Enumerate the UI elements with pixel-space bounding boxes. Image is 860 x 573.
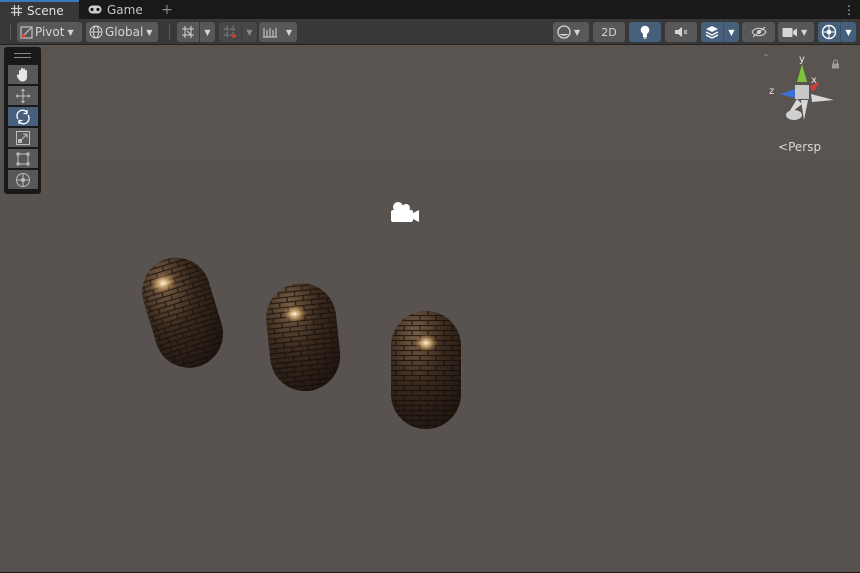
chevron-down-icon: ▼ <box>285 27 293 37</box>
scene-toolbar: Pivot ▼ Global ▼ ▼ ▼ ▼ ▼ 2D ▼ ▼ ▼ <box>0 19 860 45</box>
chevron-down-icon: ▼ <box>199 22 215 42</box>
audio-toggle[interactable] <box>665 22 697 42</box>
hand-icon <box>16 67 30 82</box>
capsule-right <box>391 311 461 429</box>
gamepad-icon <box>87 4 103 16</box>
grid-snap-icon <box>177 22 199 42</box>
more-vertical-icon: ⋮ <box>843 2 855 17</box>
chevron-down-icon: ▼ <box>146 27 153 37</box>
scale-tool-button[interactable] <box>8 128 38 147</box>
persp-label: Persp <box>788 140 822 154</box>
lightbulb-icon <box>640 25 650 39</box>
scene-canvas <box>0 45 860 572</box>
hidden-objects-toggle[interactable] <box>742 22 775 42</box>
transform-all-icon <box>15 172 31 188</box>
pivot-dropdown[interactable]: Pivot ▼ <box>17 22 82 42</box>
pivot-label: Pivot <box>35 25 65 39</box>
global-dropdown[interactable]: Global ▼ <box>86 22 158 42</box>
orientation-gizmo[interactable]: y x z <box>752 52 854 130</box>
perspective-icon: < <box>778 140 789 154</box>
chevron-down-icon: ▼ <box>241 22 257 42</box>
gizmo-icon <box>818 22 840 42</box>
rotate-tool-button[interactable] <box>8 107 38 126</box>
move-tool-button[interactable] <box>8 86 38 105</box>
scene-viewport[interactable] <box>0 45 860 572</box>
rotate-icon <box>15 109 31 125</box>
draw-mode-dropdown[interactable]: ▼ <box>553 22 589 42</box>
camera-settings-dropdown[interactable]: ▼ <box>778 22 814 42</box>
speaker-muted-icon <box>674 26 688 38</box>
grid-snap-dropdown[interactable]: ▼ <box>177 22 215 42</box>
axis-x-label: x <box>811 75 817 86</box>
hand-tool-button[interactable] <box>8 65 38 84</box>
globe-icon <box>89 25 103 39</box>
tab-bar: Scene Game + ⋮ <box>0 0 860 19</box>
gizmo-handle <box>752 54 768 56</box>
tab-game[interactable]: Game <box>83 0 155 19</box>
axis-y-label: y <box>799 54 805 65</box>
tab-scene[interactable]: Scene <box>0 0 79 19</box>
tab-label: Game <box>107 2 143 17</box>
render-mode-dropdown[interactable]: ▼ <box>259 22 297 42</box>
scale-icon <box>16 130 30 145</box>
chevron-down-icon: ▼ <box>723 22 739 42</box>
toolbar-grip[interactable] <box>10 24 11 40</box>
layers-icon <box>701 22 723 42</box>
grid-icon <box>9 5 23 17</box>
chevron-down-icon: ▼ <box>574 27 581 37</box>
increment-snap-dropdown[interactable]: ▼ <box>219 22 257 42</box>
effects-dropdown[interactable]: ▼ <box>701 22 739 42</box>
shaded-sphere-icon <box>557 25 571 39</box>
rect-transform-icon <box>16 152 30 166</box>
chevron-down-icon: ▼ <box>67 27 74 37</box>
mode-2d-label: 2D <box>601 25 617 39</box>
chevron-down-icon: ▼ <box>801 27 808 37</box>
panel-grip-icon[interactable] <box>14 53 31 58</box>
move-arrows-icon <box>15 88 31 104</box>
plus-icon: + <box>161 1 173 18</box>
tab-menu-button[interactable]: ⋮ <box>843 0 855 19</box>
axis-z-label: z <box>769 86 774 97</box>
transform-tool-button[interactable] <box>8 170 38 189</box>
tool-panel <box>4 47 41 194</box>
rect-tool-button[interactable] <box>8 149 38 168</box>
add-tab-button[interactable]: + <box>160 0 174 19</box>
global-label: Global <box>105 25 144 39</box>
video-camera-icon <box>782 27 798 38</box>
gizmos-dropdown[interactable]: ▼ <box>818 22 856 42</box>
chevron-down-icon: ▼ <box>840 22 856 42</box>
toggle-2d-button[interactable]: 2D <box>593 22 625 42</box>
toolbar-grip[interactable] <box>169 24 170 40</box>
lighting-toggle[interactable] <box>629 22 661 42</box>
tab-label: Scene <box>27 3 64 18</box>
eye-hidden-icon <box>750 26 767 38</box>
lock-icon <box>832 59 839 69</box>
pivot-icon <box>20 26 33 39</box>
ruler-icon <box>259 22 281 42</box>
snap-increment-icon <box>219 22 241 42</box>
projection-toggle[interactable]: <Persp <box>778 140 821 154</box>
